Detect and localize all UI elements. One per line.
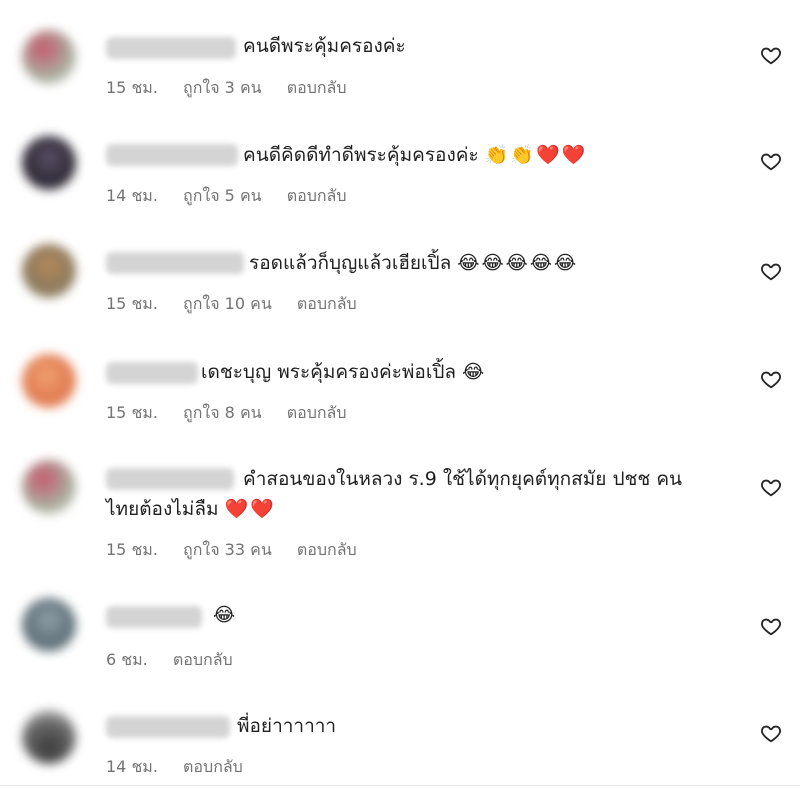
- avatar[interactable]: [22, 136, 76, 190]
- comment-item: เดชะบุญ พระคุ้มครองค่ะพ่อเปิ้ล 😂 15 ชม. ถ…: [0, 330, 800, 438]
- comment-time: 15 ชม.: [106, 403, 158, 422]
- like-count[interactable]: ถูกใจ 3 คน: [183, 78, 262, 97]
- divider: [0, 785, 800, 786]
- avatar[interactable]: [22, 710, 76, 764]
- comment-time: 15 ชม.: [106, 294, 158, 313]
- username[interactable]: [106, 468, 234, 490]
- reply-button[interactable]: ตอบกลับ: [173, 650, 233, 669]
- heart-outline-icon[interactable]: [760, 476, 782, 498]
- heart-outline-icon[interactable]: [760, 150, 782, 172]
- comment-item: คนดีคิดดีทำดีพระคุ้มครองค่ะ 👏👏❤️❤️ 14 ชม.…: [0, 110, 800, 220]
- comment-time: 15 ชม.: [106, 540, 158, 559]
- comment-meta: 14 ชม. ถูกใจ 5 คน ตอบกลับ: [106, 184, 367, 209]
- comment-item: คนดีพระคุ้มครองค่ะ 15 ชม. ถูกใจ 3 คน ตอบ…: [0, 0, 800, 110]
- heart-outline-icon[interactable]: [760, 368, 782, 390]
- comment-text-continued: ไทยต้องไม่ลืม ❤️❤️: [106, 498, 276, 520]
- avatar[interactable]: [22, 598, 76, 652]
- username[interactable]: [106, 144, 238, 166]
- comment-text: พี่อย่าาาาาา: [237, 715, 337, 737]
- avatar[interactable]: [22, 30, 76, 84]
- heart-outline-icon[interactable]: [760, 44, 782, 66]
- avatar[interactable]: [22, 460, 76, 514]
- username[interactable]: [106, 37, 236, 59]
- comment-item: รอดแล้วก็บุญแล้วเฮียเปิ้ล 😂😂😂😂😂 15 ชม. ถู…: [0, 220, 800, 330]
- username[interactable]: [106, 252, 244, 274]
- comment-item: พี่อย่าาาาาา 14 ชม. ตอบกลับ: [0, 688, 800, 788]
- avatar[interactable]: [22, 354, 76, 408]
- comment-time: 6 ชม.: [106, 650, 148, 669]
- comment-meta: 6 ชม. ตอบกลับ: [106, 648, 253, 673]
- comment-meta: 15 ชม. ถูกใจ 33 คน ตอบกลับ: [106, 538, 377, 563]
- comment-meta: 14 ชม. ตอบกลับ: [106, 755, 263, 780]
- comment-item: 😂 6 ชม. ตอบกลับ: [0, 578, 800, 688]
- comment-meta: 15 ชม. ถูกใจ 3 คน ตอบกลับ: [106, 76, 367, 101]
- reply-button[interactable]: ตอบกลับ: [287, 78, 347, 97]
- like-count[interactable]: ถูกใจ 10 คน: [183, 294, 272, 313]
- comment-text: คนดีพระคุ้มครองค่ะ: [243, 35, 406, 57]
- comment-text: คำสอนของในหลวง ร.9 ใช้ได้ทุกยุคต์ทุกสมัย…: [243, 468, 683, 490]
- comment-meta: 15 ชม. ถูกใจ 8 คน ตอบกลับ: [106, 401, 367, 426]
- heart-outline-icon[interactable]: [760, 722, 782, 744]
- comment-time: 14 ชม.: [106, 757, 158, 776]
- like-count[interactable]: ถูกใจ 8 คน: [183, 403, 262, 422]
- comment-text: คนดีคิดดีทำดีพระคุ้มครองค่ะ 👏👏❤️❤️: [243, 144, 588, 166]
- comment-text: รอดแล้วก็บุญแล้วเฮียเปิ้ล 😂😂😂😂😂: [249, 252, 579, 274]
- username[interactable]: [106, 362, 198, 384]
- comment-time: 15 ชม.: [106, 78, 158, 97]
- like-count[interactable]: ถูกใจ 33 คน: [183, 540, 272, 559]
- username[interactable]: [106, 606, 202, 628]
- comment-item: คำสอนของในหลวง ร.9 ใช้ได้ทุกยุคต์ทุกสมัย…: [0, 438, 800, 578]
- reply-button[interactable]: ตอบกลับ: [287, 186, 347, 205]
- comment-text: เดชะบุญ พระคุ้มครองค่ะพ่อเปิ้ล 😂: [201, 361, 487, 383]
- heart-outline-icon[interactable]: [760, 260, 782, 282]
- username[interactable]: [106, 716, 230, 738]
- reply-button[interactable]: ตอบกลับ: [287, 403, 347, 422]
- avatar[interactable]: [22, 244, 76, 298]
- reply-button[interactable]: ตอบกลับ: [297, 540, 357, 559]
- heart-outline-icon[interactable]: [760, 615, 782, 637]
- comment-time: 14 ชม.: [106, 186, 158, 205]
- like-count[interactable]: ถูกใจ 5 คน: [183, 186, 262, 205]
- comment-text: 😂: [213, 604, 238, 626]
- reply-button[interactable]: ตอบกลับ: [297, 294, 357, 313]
- reply-button[interactable]: ตอบกลับ: [183, 757, 243, 776]
- comment-meta: 15 ชม. ถูกใจ 10 คน ตอบกลับ: [106, 292, 377, 317]
